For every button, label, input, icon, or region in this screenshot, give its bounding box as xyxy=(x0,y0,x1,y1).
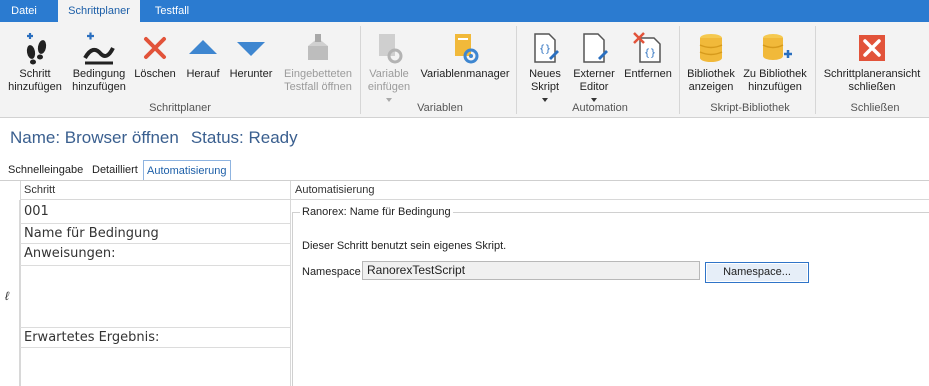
remove-script-label: Entfernen xyxy=(624,68,672,80)
new-script-icon: {} xyxy=(534,33,559,63)
tab-datei[interactable]: Datei xyxy=(0,0,48,22)
embedded-testcase-icon xyxy=(308,34,328,60)
namespace-field[interactable]: RanorexTestScript xyxy=(362,261,700,280)
arrow-down-icon xyxy=(237,42,265,56)
move-down-button[interactable]: Herunter xyxy=(226,28,276,108)
insert-variable-button[interactable]: Variable einfügen xyxy=(364,28,414,108)
automation-group-title: Ranorex: Name für Bedingung xyxy=(300,206,453,218)
delete-label: Löschen xyxy=(134,68,176,80)
edit-marker-icon: ℓ xyxy=(5,289,9,303)
external-editor-button[interactable]: Externer Editor xyxy=(570,28,618,108)
row-indicator-column xyxy=(0,200,20,386)
expected-result-label: Erwartetes Ergebnis: xyxy=(20,328,290,348)
automation-info-text: Dieser Schritt benutzt sein eigenes Skri… xyxy=(302,240,507,252)
tab-detailliert[interactable]: Detailliert xyxy=(92,160,138,180)
namespace-label: Namespace xyxy=(302,266,361,278)
ribbon-separator xyxy=(679,26,680,114)
page-title: Name: Browser öffnen Status: Ready xyxy=(10,128,310,148)
ribbon-separator xyxy=(360,26,361,114)
external-editor-label: Externer Editor xyxy=(573,68,615,93)
column-header-schritt: Schritt xyxy=(20,181,290,200)
move-down-label: Herunter xyxy=(229,68,273,80)
new-script-button[interactable]: {} Neues Skript xyxy=(520,28,570,108)
ribbon-separator xyxy=(516,26,517,114)
testcase-name: Name: Browser öffnen xyxy=(10,128,179,147)
instructions-label: Anweisungen: xyxy=(20,244,290,266)
open-embedded-testcase-label: Eingebetteten Testfall öffnen xyxy=(284,68,352,93)
show-library-label: Bibliothek anzeigen xyxy=(687,68,735,93)
automation-groupbox xyxy=(292,212,929,386)
chevron-down-icon xyxy=(386,98,392,102)
add-to-library-label: Zu Bibliothek hinzufügen xyxy=(743,68,807,93)
add-to-library-button[interactable]: Zu Bibliothek hinzufügen xyxy=(740,28,810,108)
svg-text:{}: {} xyxy=(644,48,656,59)
close-view-icon xyxy=(859,35,885,61)
remove-script-button[interactable]: {} Entfernen xyxy=(620,28,676,108)
open-embedded-testcase-button[interactable]: Eingebetteten Testfall öffnen xyxy=(280,28,356,108)
ribbon-separator xyxy=(815,26,816,114)
add-step-button[interactable]: Schritt hinzufügen xyxy=(6,28,64,108)
delete-x-icon xyxy=(144,37,166,59)
group-label-variablen: Variablen xyxy=(417,102,463,114)
step-number-cell[interactable]: 001 xyxy=(20,202,290,224)
column-header-automatisierung: Automatisierung xyxy=(291,181,929,200)
group-label-automation: Automation xyxy=(572,102,628,114)
variable-manager-button[interactable]: Variablenmanager xyxy=(418,28,512,108)
add-step-label: Schritt hinzufügen xyxy=(8,68,62,93)
close-view-label: Schrittplaneransicht schließen xyxy=(823,68,921,93)
arrow-up-icon xyxy=(189,40,217,54)
library-database-icon xyxy=(699,34,723,62)
insert-variable-label: Variable einfügen xyxy=(367,68,411,93)
tab-schnelleingabe[interactable]: Schnelleingabe xyxy=(8,160,83,180)
external-editor-icon xyxy=(583,33,608,63)
ribbon: Schritt hinzufügen Bedingung hinzufügen … xyxy=(0,22,929,118)
add-condition-button[interactable]: Bedingung hinzufügen xyxy=(68,28,130,108)
condition-add-icon xyxy=(83,32,115,65)
instructions-field[interactable] xyxy=(20,266,290,328)
remove-script-icon: {} xyxy=(633,32,661,63)
variable-manager-icon xyxy=(455,34,479,64)
group-label-schliessen: Schließen xyxy=(850,102,900,114)
group-label-skript-bibliothek: Skript-Bibliothek xyxy=(710,102,790,114)
step-name-cell[interactable]: Name für Bedingung xyxy=(20,224,290,244)
delete-button[interactable]: Löschen xyxy=(132,28,178,108)
new-script-label: Neues Skript xyxy=(529,68,561,93)
testcase-status: Status: Ready xyxy=(190,128,298,147)
footsteps-add-icon xyxy=(26,33,47,65)
variable-insert-icon xyxy=(379,34,403,64)
tab-automatisierung[interactable]: Automatisierung xyxy=(143,160,231,180)
grid-divider xyxy=(290,181,291,386)
tab-testfall[interactable]: Testfall xyxy=(146,0,198,22)
group-label-schrittplaner: Schrittplaner xyxy=(149,102,211,114)
chevron-down-icon xyxy=(542,98,548,102)
move-up-label: Herauf xyxy=(186,68,220,80)
library-add-icon xyxy=(762,34,792,60)
move-up-button[interactable]: Herauf xyxy=(182,28,224,108)
ribbon-tab-bar: Datei Schrittplaner Testfall xyxy=(0,0,929,23)
close-view-button[interactable]: Schrittplaneransicht schließen xyxy=(820,28,924,108)
add-condition-label: Bedingung hinzufügen xyxy=(72,68,126,93)
svg-text:{}: {} xyxy=(539,44,551,55)
namespace-button[interactable]: Namespace... xyxy=(705,262,809,283)
variable-manager-label: Variablenmanager xyxy=(420,68,510,80)
show-library-button[interactable]: Bibliothek anzeigen xyxy=(684,28,738,108)
tab-schrittplaner[interactable]: Schrittplaner xyxy=(58,0,140,23)
